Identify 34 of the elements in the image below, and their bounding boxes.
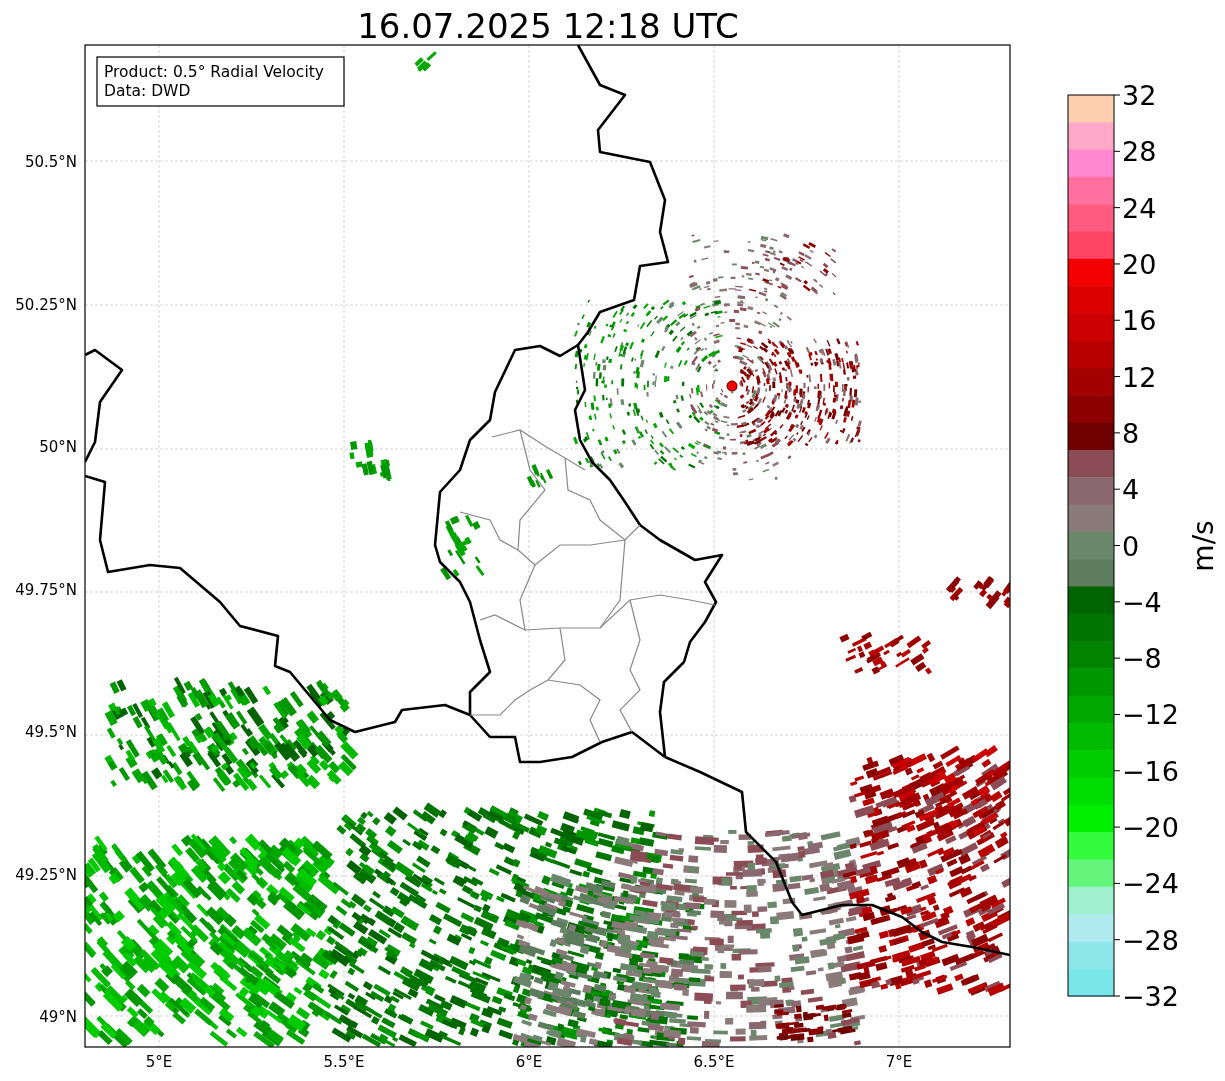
- axis-tick-label: 49.5°N: [24, 723, 77, 741]
- colorbar-tick-label: 28: [1122, 136, 1157, 168]
- colorbar-tick-label: −8: [1122, 643, 1162, 675]
- axis-tick-label: 6.5°E: [693, 1053, 735, 1071]
- radar-site-marker: [726, 380, 738, 392]
- axis-tick-label: 6°E: [515, 1053, 543, 1071]
- colorbar-tick-label: 0: [1122, 530, 1140, 562]
- colorbar-tick-label: 20: [1122, 248, 1157, 280]
- colorbar-tick-label: 12: [1122, 361, 1157, 393]
- axis-tick-label: 7°E: [885, 1053, 913, 1071]
- colorbar-tick-label: −28: [1122, 924, 1179, 956]
- colorbar-tick-label: −24: [1122, 868, 1179, 900]
- axis-tick-label: 5.5°E: [323, 1053, 365, 1071]
- legend-text: Data: DWD: [104, 82, 191, 100]
- axis-tick-label: 49°N: [39, 1008, 77, 1026]
- colorbar-label: m/s: [1187, 520, 1220, 572]
- axis-tick-label: 50°N: [39, 438, 77, 456]
- colorbar-tick-label: −20: [1122, 812, 1179, 844]
- legend-text: Product: 0.5° Radial Velocity: [104, 63, 324, 81]
- axis-tick-label: 49.75°N: [15, 580, 77, 599]
- colorbar-tick-label: −16: [1122, 755, 1179, 787]
- colorbar-tick-label: 24: [1122, 192, 1157, 224]
- colorbar-tick-label: −4: [1122, 586, 1162, 618]
- colorbar-tick-label: 4: [1122, 474, 1140, 506]
- colorbar-tick-label: −12: [1122, 699, 1179, 731]
- colorbar-tick-label: 32: [1122, 80, 1157, 111]
- colorbar-tick-label: 16: [1122, 305, 1157, 337]
- axis-tick-label: 5°E: [145, 1053, 173, 1071]
- axis-tick-label: 50.5°N: [24, 153, 77, 171]
- axis-tick-label: 50.25°N: [15, 295, 77, 314]
- axis-tick-label: 49.25°N: [15, 865, 77, 884]
- chart-title: 16.07.2025 12:18 UTC: [357, 6, 739, 46]
- colorbar-tick-label: 8: [1122, 417, 1140, 449]
- colorbar-tick-label: −32: [1122, 981, 1179, 1012]
